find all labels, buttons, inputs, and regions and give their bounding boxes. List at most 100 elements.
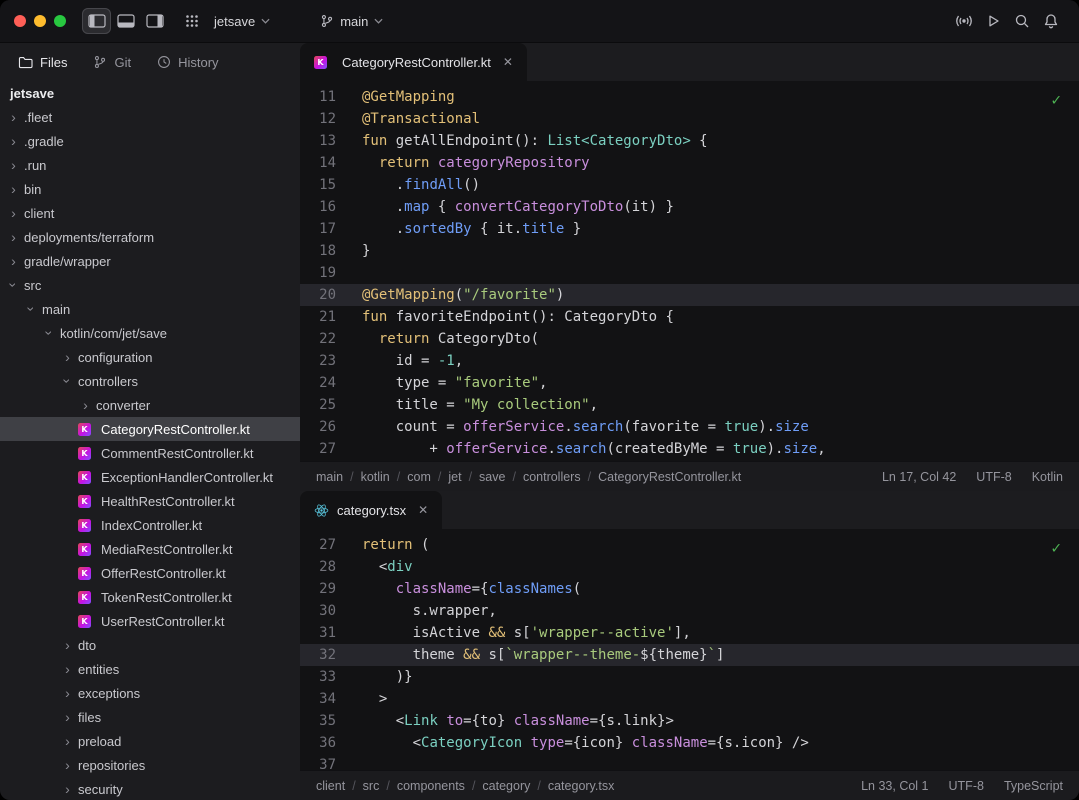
notifications-button[interactable] — [1036, 8, 1065, 34]
tree-item-categoryrestcontroller.kt[interactable]: KCategoryRestController.kt — [0, 417, 300, 441]
code-line-31[interactable]: 31 isActive && s['wrapper--active'], — [300, 622, 1079, 644]
chevron-right-icon[interactable]: › — [60, 758, 75, 772]
code-line-13[interactable]: 13fun getAllEndpoint(): List<CategoryDto… — [300, 130, 1079, 152]
breadcrumb-item[interactable]: category — [482, 779, 530, 793]
chevron-right-icon[interactable]: › — [6, 182, 21, 196]
code-line-20[interactable]: 20@GetMapping("/favorite") — [300, 284, 1079, 306]
chevron-right-icon[interactable]: › — [60, 734, 75, 748]
breadcrumb-item[interactable]: client — [316, 779, 345, 793]
breadcrumb-item[interactable]: CategoryRestController.kt — [598, 470, 741, 484]
close-icon[interactable]: ✕ — [418, 503, 428, 517]
toggle-bottom-panel-button[interactable] — [111, 8, 140, 34]
tab-git[interactable]: Git — [83, 48, 141, 76]
tree-item-entities[interactable]: ›entities — [0, 657, 300, 681]
chevron-down-icon[interactable]: › — [7, 278, 21, 293]
breadcrumb-item[interactable]: main — [316, 470, 343, 484]
tree-root-project[interactable]: jetsave — [0, 81, 300, 105]
project-switcher[interactable]: jetsave — [206, 7, 278, 35]
chevron-right-icon[interactable]: › — [60, 686, 75, 700]
tree-item-converter[interactable]: ›converter — [0, 393, 300, 417]
search-button[interactable] — [1007, 8, 1036, 34]
tree-item-userrestcontroller.kt[interactable]: KUserRestController.kt — [0, 609, 300, 633]
code-editor-tsx[interactable]: ✓ 27return (28 <div29 className={classNa… — [300, 529, 1079, 770]
chevron-right-icon[interactable]: › — [60, 350, 75, 364]
code-line-17[interactable]: 17 .sortedBy { it.title } — [300, 218, 1079, 240]
code-line-22[interactable]: 22 return CategoryDto( — [300, 328, 1079, 350]
breadcrumb-item[interactable]: com — [407, 470, 431, 484]
tree-item-bin[interactable]: ›bin — [0, 177, 300, 201]
code-line-25[interactable]: 25 title = "My collection", — [300, 394, 1079, 416]
code-editor-kotlin[interactable]: ✓ 11@GetMapping12@Transactional13fun get… — [300, 81, 1079, 461]
tab-history[interactable]: History — [147, 48, 228, 76]
tree-item-dto[interactable]: ›dto — [0, 633, 300, 657]
toggle-right-panel-button[interactable] — [140, 8, 169, 34]
branch-switcher[interactable]: main — [312, 7, 391, 35]
code-line-33[interactable]: 33 )} — [300, 666, 1079, 688]
tree-item-healthrestcontroller.kt[interactable]: KHealthRestController.kt — [0, 489, 300, 513]
tree-item-.gradle[interactable]: ›.gradle — [0, 129, 300, 153]
tree-item-offerrestcontroller.kt[interactable]: KOfferRestController.kt — [0, 561, 300, 585]
code-line-16[interactable]: 16 .map { convertCategoryToDto(it) } — [300, 196, 1079, 218]
caret-position[interactable]: Ln 17, Col 42 — [882, 470, 956, 484]
chevron-right-icon[interactable]: › — [60, 662, 75, 676]
tree-item-exceptionhandlercontroller.kt[interactable]: KExceptionHandlerController.kt — [0, 465, 300, 489]
tree-item-.run[interactable]: ›.run — [0, 153, 300, 177]
code-line-23[interactable]: 23 id = -1, — [300, 350, 1079, 372]
tree-item-gradle-wrapper[interactable]: ›gradle/wrapper — [0, 249, 300, 273]
breadcrumb-item[interactable]: kotlin — [361, 470, 390, 484]
code-line-26[interactable]: 26 count = offerService.search(favorite … — [300, 416, 1079, 438]
chevron-right-icon[interactable]: › — [6, 134, 21, 148]
code-line-27[interactable]: 27 + offerService.search(createdByMe = t… — [300, 438, 1079, 460]
file-encoding[interactable]: UTF-8 — [976, 470, 1011, 484]
close-window-button[interactable] — [14, 15, 26, 27]
code-line-30[interactable]: 30 s.wrapper, — [300, 600, 1079, 622]
code-line-36[interactable]: 36 <CategoryIcon type={icon} className={… — [300, 732, 1079, 754]
share-session-button[interactable] — [949, 8, 978, 34]
tree-item-files[interactable]: ›files — [0, 705, 300, 729]
run-button[interactable] — [978, 8, 1007, 34]
code-line-24[interactable]: 24 type = "favorite", — [300, 372, 1079, 394]
chevron-right-icon[interactable]: › — [60, 782, 75, 796]
breadcrumb-item[interactable]: category.tsx — [548, 779, 614, 793]
code-line-37[interactable]: 37 — [300, 754, 1079, 770]
tree-item-deployments-terraform[interactable]: ›deployments/terraform — [0, 225, 300, 249]
tab-categoryrestcontroller[interactable]: K CategoryRestController.kt ✕ — [300, 43, 527, 81]
code-line-34[interactable]: 34 > — [300, 688, 1079, 710]
chevron-right-icon[interactable]: › — [60, 638, 75, 652]
breadcrumb-item[interactable]: jet — [448, 470, 461, 484]
chevron-down-icon[interactable]: › — [43, 326, 57, 341]
close-icon[interactable]: ✕ — [503, 55, 513, 69]
workspaces-grid-button[interactable] — [177, 8, 206, 34]
tree-item-controllers[interactable]: ›controllers — [0, 369, 300, 393]
chevron-right-icon[interactable]: › — [6, 110, 21, 124]
breadcrumb-item[interactable]: src — [363, 779, 380, 793]
code-line-29[interactable]: 29 className={classNames( — [300, 578, 1079, 600]
code-line-32[interactable]: 32 theme && s[`wrapper--theme-${theme}`] — [300, 644, 1079, 666]
chevron-right-icon[interactable]: › — [60, 710, 75, 724]
chevron-down-icon[interactable]: › — [61, 374, 75, 389]
toggle-left-panel-button[interactable] — [82, 8, 111, 34]
tree-item-security[interactable]: ›security — [0, 777, 300, 800]
code-line-14[interactable]: 14 return categoryRepository — [300, 152, 1079, 174]
tree-item-tokenrestcontroller.kt[interactable]: KTokenRestController.kt — [0, 585, 300, 609]
zoom-window-button[interactable] — [54, 15, 66, 27]
file-language[interactable]: TypeScript — [1004, 779, 1063, 793]
chevron-right-icon[interactable]: › — [78, 398, 93, 412]
tab-files[interactable]: Files — [8, 48, 77, 76]
tree-item-exceptions[interactable]: ›exceptions — [0, 681, 300, 705]
caret-position[interactable]: Ln 33, Col 1 — [861, 779, 928, 793]
tree-item-client[interactable]: ›client — [0, 201, 300, 225]
tree-item-main[interactable]: ›main — [0, 297, 300, 321]
code-line-18[interactable]: 18} — [300, 240, 1079, 262]
tree-item-src[interactable]: ›src — [0, 273, 300, 297]
tree-item-kotlin-com-jet-save[interactable]: ›kotlin/com/jet/save — [0, 321, 300, 345]
chevron-right-icon[interactable]: › — [6, 230, 21, 244]
chevron-right-icon[interactable]: › — [6, 254, 21, 268]
breadcrumb-item[interactable]: components — [397, 779, 465, 793]
code-line-19[interactable]: 19 — [300, 262, 1079, 284]
tree-item-repositories[interactable]: ›repositories — [0, 753, 300, 777]
code-line-15[interactable]: 15 .findAll() — [300, 174, 1079, 196]
tree-item-commentrestcontroller.kt[interactable]: KCommentRestController.kt — [0, 441, 300, 465]
code-line-35[interactable]: 35 <Link to={to} className={s.link}> — [300, 710, 1079, 732]
chevron-right-icon[interactable]: › — [6, 206, 21, 220]
